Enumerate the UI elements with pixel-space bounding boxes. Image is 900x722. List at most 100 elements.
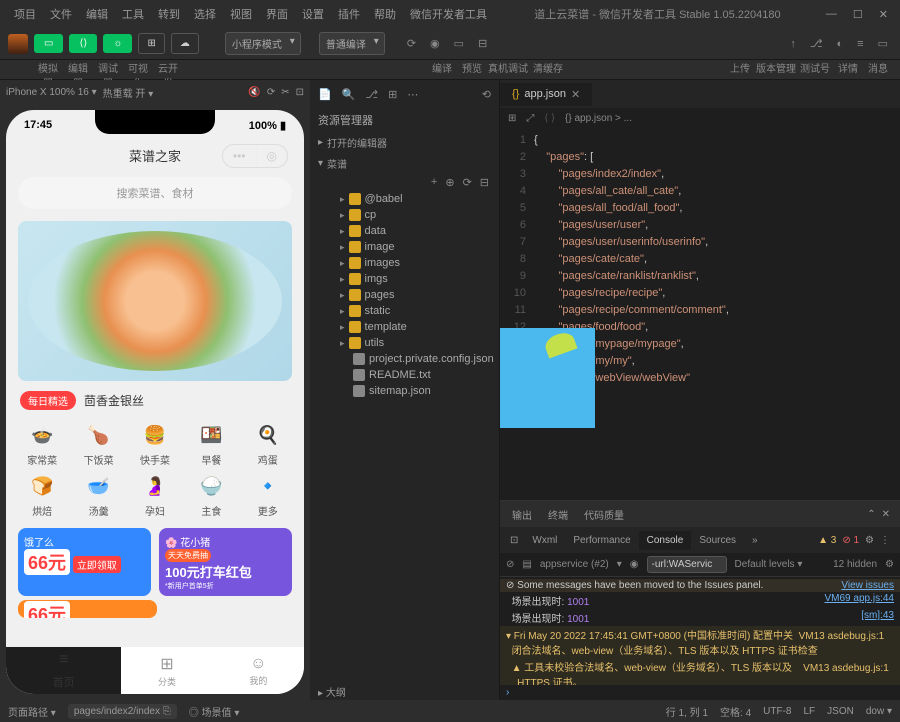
device-select[interactable]: iPhone X 100% 16 ▾ bbox=[6, 87, 97, 98]
menu-视图[interactable]: 视图 bbox=[224, 4, 258, 24]
menu-工具[interactable]: 工具 bbox=[116, 4, 150, 24]
capsule-close-button[interactable]: ◎ bbox=[256, 145, 287, 167]
menu-界面[interactable]: 界面 bbox=[260, 4, 294, 24]
console-tab-terminal[interactable]: 终端 bbox=[540, 503, 576, 526]
hotreload-toggle[interactable]: 热重载 开 ▾ bbox=[103, 85, 154, 100]
files-icon[interactable]: 📄 bbox=[318, 88, 332, 101]
maximize-button[interactable]: ☐ bbox=[849, 4, 867, 25]
banner-image[interactable] bbox=[18, 221, 292, 381]
devtools-tab-console[interactable]: Console bbox=[639, 531, 692, 550]
ext-icon[interactable]: ⊞ bbox=[388, 88, 397, 101]
console-clear-icon[interactable]: ⊘ bbox=[506, 559, 514, 570]
category-item[interactable]: 🍚主食 bbox=[185, 471, 237, 518]
category-item[interactable]: 🥣汤羹 bbox=[72, 471, 124, 518]
promo-huaxiaozhu[interactable]: 🌸 花小猪 天天免费抽 100元打车红包 *新用户首单5折 bbox=[159, 528, 292, 596]
console-expand-icon[interactable]: ⌃ bbox=[867, 509, 875, 520]
clear-cache-button[interactable]: ⊟ bbox=[474, 33, 491, 54]
testid-button[interactable]: ◐ bbox=[833, 34, 848, 54]
tree-node[interactable]: data bbox=[310, 223, 499, 239]
devtools-more-icon[interactable]: » bbox=[744, 531, 766, 550]
category-item[interactable]: 🍱早餐 bbox=[185, 420, 237, 467]
console-log[interactable]: ⊘ Some messages have been moved to the I… bbox=[500, 577, 900, 685]
menu-设置[interactable]: 设置 bbox=[296, 4, 330, 24]
collapse-all-icon[interactable]: ⊟ bbox=[480, 176, 489, 189]
new-file-icon[interactable]: + bbox=[431, 176, 437, 189]
refresh-icon[interactable]: ⟳ bbox=[463, 176, 472, 189]
console-prompt[interactable]: › bbox=[500, 685, 900, 700]
warning-count[interactable]: ▲ 3 bbox=[818, 535, 836, 546]
message-button[interactable]: ▭ bbox=[874, 33, 892, 54]
collapse-icon[interactable]: ⟲ bbox=[482, 88, 491, 101]
console-close-icon[interactable]: ✕ bbox=[876, 509, 896, 520]
minimize-button[interactable]: — bbox=[822, 4, 841, 25]
tree-node[interactable]: image bbox=[310, 239, 499, 255]
sim-cut-icon[interactable]: ✂ bbox=[281, 87, 289, 98]
levels-select[interactable]: Default levels ▾ bbox=[735, 559, 803, 570]
tree-node[interactable]: images bbox=[310, 255, 499, 271]
project-section[interactable]: ▾ 菜谱 bbox=[310, 153, 499, 174]
preview-button[interactable]: ◉ bbox=[426, 33, 444, 54]
category-item[interactable]: 🍗下饭菜 bbox=[72, 420, 124, 467]
tree-node[interactable]: pages bbox=[310, 287, 499, 303]
dow-select[interactable]: dow ▾ bbox=[866, 706, 892, 717]
menu-文件[interactable]: 文件 bbox=[44, 4, 78, 24]
language-mode[interactable]: JSON bbox=[827, 706, 854, 717]
devtools-settings-icon[interactable]: ⚙ bbox=[865, 535, 874, 546]
hidden-count[interactable]: 12 hidden bbox=[833, 559, 877, 570]
editor-split-icon[interactable]: ⊞ bbox=[508, 113, 516, 124]
context-select[interactable]: appservice (#2) bbox=[540, 559, 609, 570]
open-editors-section[interactable]: ▸ 打开的编辑器 bbox=[310, 132, 499, 153]
cloud-button[interactable]: ☁ bbox=[171, 33, 199, 54]
menu-帮助[interactable]: 帮助 bbox=[368, 4, 402, 24]
tree-node[interactable]: utils bbox=[310, 335, 499, 351]
menu-插件[interactable]: 插件 bbox=[332, 4, 366, 24]
tree-node[interactable]: README.txt bbox=[310, 367, 499, 383]
tree-node[interactable]: static bbox=[310, 303, 499, 319]
console-sidebar-icon[interactable]: ▤ bbox=[522, 559, 531, 570]
branch-icon[interactable]: ⎇ bbox=[365, 88, 378, 101]
breadcrumb[interactable]: {} app.json > ... bbox=[565, 113, 632, 124]
upload-button[interactable]: ↑ bbox=[786, 34, 800, 54]
encoding-info[interactable]: UTF-8 bbox=[763, 706, 791, 717]
mode-select[interactable]: 小程序模式 bbox=[225, 32, 301, 55]
page-path-label[interactable]: 页面路径 ▾ bbox=[8, 704, 56, 719]
filter-input[interactable] bbox=[647, 556, 727, 573]
menu-微信开发者工具[interactable]: 微信开发者工具 bbox=[404, 4, 493, 24]
compile-mode-select[interactable]: 普通编译 bbox=[319, 32, 385, 55]
menu-选择[interactable]: 选择 bbox=[188, 4, 222, 24]
mute-icon[interactable]: 🔇 bbox=[248, 87, 260, 98]
version-button[interactable]: ⎇ bbox=[806, 33, 827, 54]
tab-close-icon[interactable]: ✕ bbox=[571, 88, 580, 101]
devtools-tab-sources[interactable]: Sources bbox=[691, 531, 744, 550]
category-item[interactable]: 🍳鸡蛋 bbox=[242, 420, 294, 467]
detail-button[interactable]: ≡ bbox=[853, 34, 867, 54]
menu-编辑[interactable]: 编辑 bbox=[80, 4, 114, 24]
tree-node[interactable]: imgs bbox=[310, 271, 499, 287]
scene-value[interactable]: ◎ 场景值 ▾ bbox=[189, 704, 240, 719]
tree-node[interactable]: template bbox=[310, 319, 499, 335]
page-path[interactable]: pages/index2/index ⎘ bbox=[68, 704, 177, 719]
more-icon[interactable]: ⋯ bbox=[407, 88, 418, 101]
devtools-inspect-icon[interactable]: ⊡ bbox=[504, 535, 524, 546]
simulator-button[interactable]: ▭ bbox=[34, 34, 63, 53]
tree-node[interactable]: @babel bbox=[310, 191, 499, 207]
promo-orange[interactable]: 66元 bbox=[18, 600, 157, 618]
tree-node[interactable]: project.private.config.json bbox=[310, 351, 499, 367]
console-gear-icon[interactable]: ⚙ bbox=[885, 559, 894, 570]
devtools-tab-wxml[interactable]: Wxml bbox=[524, 531, 565, 550]
category-item[interactable]: 🍲家常菜 bbox=[16, 420, 68, 467]
console-tab-quality[interactable]: 代码质量 bbox=[576, 503, 632, 526]
new-folder-icon[interactable]: ⊕ bbox=[445, 176, 454, 189]
error-count[interactable]: ⊘ 1 bbox=[836, 535, 865, 546]
editor-nav-icon[interactable]: ⤢ bbox=[526, 113, 534, 124]
search-input[interactable]: 搜索菜谱、食材 bbox=[18, 177, 292, 209]
cursor-position[interactable]: 行 1, 列 1 bbox=[666, 704, 708, 719]
tree-node[interactable]: sitemap.json bbox=[310, 383, 499, 399]
editor-button[interactable]: ⟨⟩ bbox=[69, 34, 97, 53]
tree-node[interactable]: cp bbox=[310, 207, 499, 223]
menu-转到[interactable]: 转到 bbox=[152, 4, 186, 24]
phone-tab[interactable]: ≡首页 bbox=[6, 647, 121, 694]
code-editor[interactable]: 12345678910111213141516 { "pages": [ "pa… bbox=[500, 128, 900, 500]
devtools-menu-icon[interactable]: ⋮ bbox=[874, 535, 896, 546]
eol-info[interactable]: LF bbox=[804, 706, 816, 717]
